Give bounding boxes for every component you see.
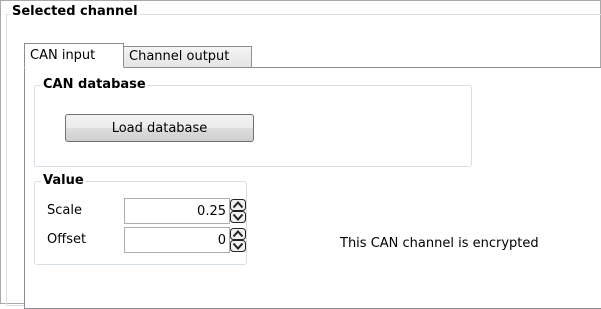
selected-channel-title: Selected channel	[10, 4, 140, 19]
offset-up-button[interactable]	[230, 228, 246, 240]
offset-spinner	[230, 228, 246, 252]
offset-input[interactable]	[124, 227, 230, 253]
chevron-down-icon	[230, 240, 246, 252]
scale-up-button[interactable]	[230, 199, 246, 211]
chevron-up-icon	[230, 199, 246, 211]
chevron-up-icon	[230, 228, 246, 240]
value-group-title: Value	[41, 173, 86, 189]
tab-channel-output[interactable]: Channel output	[123, 46, 252, 68]
scale-down-button[interactable]	[230, 211, 246, 223]
can-database-title: CAN database	[41, 77, 148, 93]
load-database-button[interactable]: Load database	[65, 114, 254, 142]
encrypted-status-text: This CAN channel is encrypted	[340, 236, 539, 251]
scale-spinner	[230, 199, 246, 223]
offset-label: Offset	[47, 232, 87, 247]
chevron-down-icon	[230, 211, 246, 223]
offset-down-button[interactable]	[230, 240, 246, 252]
tab-can-input[interactable]: CAN input	[24, 43, 124, 68]
scale-label: Scale	[47, 203, 82, 218]
scale-input[interactable]	[124, 198, 230, 224]
